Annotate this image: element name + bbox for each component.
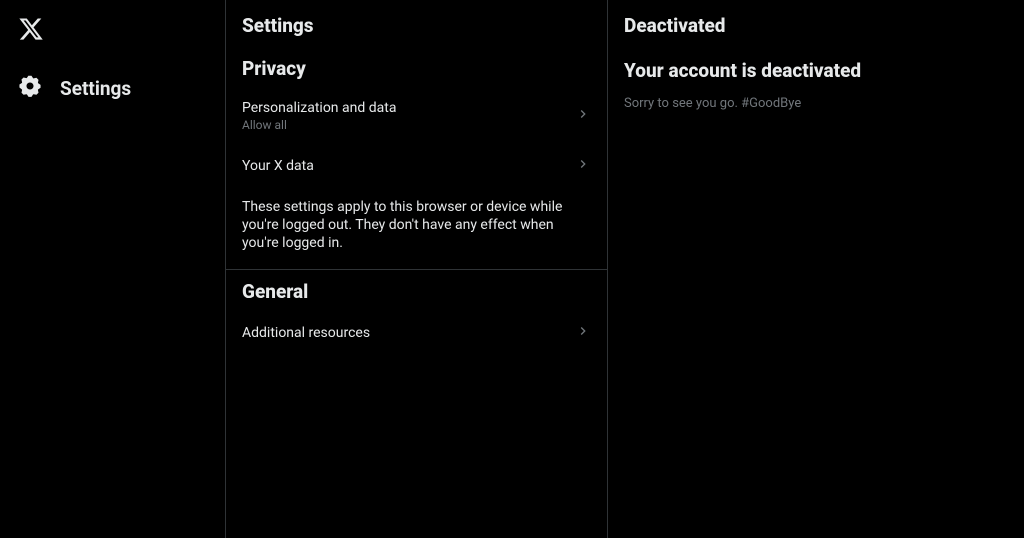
settings-header: Settings [226, 0, 607, 47]
personalization-row[interactable]: Personalization and data Allow all [226, 88, 607, 144]
chevron-right-icon [575, 106, 591, 126]
chevron-right-icon [575, 323, 591, 343]
additional-resources-text: Additional resources [242, 325, 370, 341]
detail-title: Deactivated [624, 14, 1008, 37]
personalization-sublabel: Allow all [242, 118, 396, 132]
x-logo[interactable] [12, 10, 225, 52]
sidebar-item-settings[interactable]: Settings [12, 66, 225, 110]
your-x-data-label: Your X data [242, 158, 314, 174]
personalization-label: Personalization and data [242, 100, 396, 116]
sidebar: Settings [0, 0, 226, 538]
sidebar-item-label: Settings [60, 77, 131, 100]
detail-body: Sorry to see you go. #GoodBye [624, 96, 1008, 111]
general-heading: General [226, 270, 607, 311]
privacy-heading: Privacy [226, 47, 607, 88]
additional-resources-row[interactable]: Additional resources [226, 311, 607, 355]
x-logo-icon [18, 16, 44, 42]
personalization-text: Personalization and data Allow all [242, 100, 396, 132]
detail-subtitle: Your account is deactivated [624, 59, 1008, 82]
your-x-data-row[interactable]: Your X data [226, 144, 607, 188]
chevron-right-icon [575, 156, 591, 176]
your-x-data-text: Your X data [242, 158, 314, 174]
settings-column: Settings Privacy Personalization and dat… [226, 0, 608, 538]
detail-column: Deactivated Your account is deactivated … [608, 0, 1024, 538]
additional-resources-label: Additional resources [242, 325, 370, 341]
privacy-explain: These settings apply to this browser or … [226, 188, 607, 269]
settings-title: Settings [242, 14, 591, 37]
gear-icon [18, 74, 42, 102]
